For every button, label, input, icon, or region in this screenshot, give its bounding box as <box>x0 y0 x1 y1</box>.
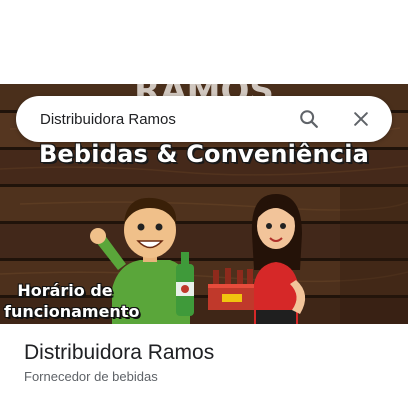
search-bar[interactable]: Distribuidora Ramos <box>16 96 392 142</box>
blank-header-area <box>0 0 408 84</box>
search-button[interactable] <box>292 102 326 136</box>
hero-hours-label: Horário de funcionamento <box>4 280 139 322</box>
close-icon <box>354 112 368 126</box>
clear-search-button[interactable] <box>344 102 378 136</box>
search-input[interactable]: Distribuidora Ramos <box>40 111 292 128</box>
hours-label-line-1: Horário de <box>17 281 113 300</box>
hours-label-line-2: funcionamento <box>4 302 140 321</box>
hero-banner-title: Bebidas & Conveniência <box>38 140 370 168</box>
place-title: Distribuidora Ramos <box>24 341 215 364</box>
place-category: Fornecedor de bebidas <box>24 369 158 384</box>
search-icon <box>300 110 318 128</box>
